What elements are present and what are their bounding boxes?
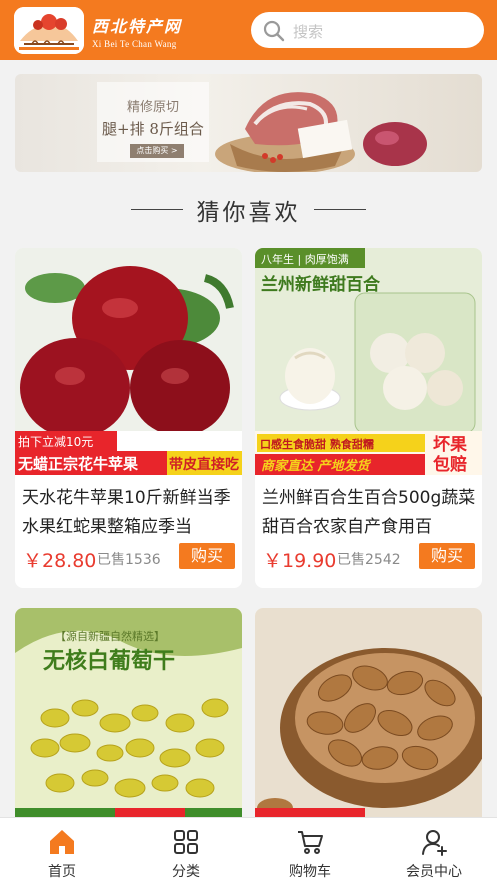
image-caption-3: 带皮直接吃 <box>169 456 239 473</box>
product-image[interactable] <box>255 608 482 835</box>
search-placeholder: 搜索 <box>293 23 324 41</box>
product-sold-count: 已售1536 <box>97 552 161 568</box>
banner-title: 腿+排 8斤组合 <box>102 120 204 138</box>
banner-subtitle: 精修原切 <box>126 100 179 115</box>
banner-text-box: 精修原切 腿+排 8斤组合 点击购买 > <box>97 82 209 162</box>
image-caption-1: 【源自新疆自然精选】 <box>55 629 165 643</box>
tab-category[interactable]: 分类 <box>124 818 248 883</box>
product-image[interactable]: 拍下立减10元 无蜡正宗花牛苹果 带皮直接吃 <box>15 248 242 475</box>
image-caption-2: 无核白葡萄干 <box>43 648 175 674</box>
promo-banner[interactable]: 精修原切 腿+排 8斤组合 点击购买 > <box>15 74 482 172</box>
tab-label: 会员中心 <box>406 864 462 880</box>
image-caption-5: 坏果 <box>433 435 467 455</box>
product-price: ￥28.80 <box>23 550 97 572</box>
brand-name-en: Xi Bei Te Chan Wang <box>92 39 177 49</box>
category-grid-icon <box>172 828 200 856</box>
brand-name: 西北特产网 Xi Bei Te Chan Wang <box>92 13 182 49</box>
divider-right <box>314 209 366 210</box>
buy-button[interactable]: 购买 <box>419 543 475 569</box>
tab-home[interactable]: 首页 <box>0 818 124 883</box>
section-title: 猜你喜欢 <box>196 200 301 226</box>
search-bar[interactable]: 搜索 <box>251 12 484 48</box>
banner-image <box>215 92 427 172</box>
product-card[interactable] <box>255 608 482 838</box>
product-card[interactable]: 八年生 | 肉厚饱满 兰州新鲜甜百合 口感生食脆甜 熟食甜糯 商家直达 产地发货… <box>255 248 482 588</box>
image-caption-6: 包赔 <box>433 454 467 475</box>
image-caption-2: 兰州新鲜甜百合 <box>261 274 381 295</box>
brand-name-cn: 西北特产网 <box>92 17 183 36</box>
top-header: 西北特产网 Xi Bei Te Chan Wang 搜索 <box>0 0 497 60</box>
product-card[interactable]: 【源自新疆自然精选】 无核白葡萄干 <box>15 608 242 838</box>
tab-label: 分类 <box>172 864 200 880</box>
bottom-tab-bar: 首页 分类 购物车 会员中心 <box>0 817 497 883</box>
cart-icon <box>296 828 324 856</box>
image-caption-1: 拍下立减10元 <box>18 434 93 449</box>
tab-cart[interactable]: 购物车 <box>248 818 372 883</box>
banner-buy-button[interactable]: 点击购买 > <box>130 144 184 158</box>
tab-member[interactable]: 会员中心 <box>372 818 496 883</box>
product-card[interactable]: 拍下立减10元 无蜡正宗花牛苹果 带皮直接吃 天水花牛苹果10斤新鲜当季水果红蛇… <box>15 248 242 588</box>
buy-button[interactable]: 购买 <box>179 543 235 569</box>
brand-logo[interactable] <box>14 7 84 54</box>
tab-label: 首页 <box>48 864 76 880</box>
product-name[interactable]: 兰州鲜百合生百合500g蔬菜甜百合农家自产食用百 <box>262 484 478 544</box>
search-icon <box>263 20 285 46</box>
image-caption-2: 无蜡正宗花牛苹果 <box>17 455 139 473</box>
product-price: ￥19.90 <box>263 550 337 572</box>
product-name[interactable]: 天水花牛苹果10斤新鲜当季水果红蛇果整箱应季当 <box>22 484 238 544</box>
product-image[interactable]: 【源自新疆自然精选】 无核白葡萄干 <box>15 608 242 835</box>
image-caption-1: 八年生 | 肉厚饱满 <box>261 252 349 266</box>
home-icon <box>48 828 76 856</box>
image-caption-4: 商家直达 产地发货 <box>261 458 372 474</box>
product-sold-count: 已售2542 <box>337 552 401 568</box>
section-header: 猜你喜欢 <box>0 193 497 226</box>
product-image[interactable]: 八年生 | 肉厚饱满 兰州新鲜甜百合 口感生食脆甜 熟食甜糯 商家直达 产地发货… <box>255 248 482 475</box>
image-caption-3: 口感生食脆甜 熟食甜糯 <box>260 437 374 451</box>
tab-label: 购物车 <box>289 864 331 880</box>
member-icon <box>420 828 448 856</box>
